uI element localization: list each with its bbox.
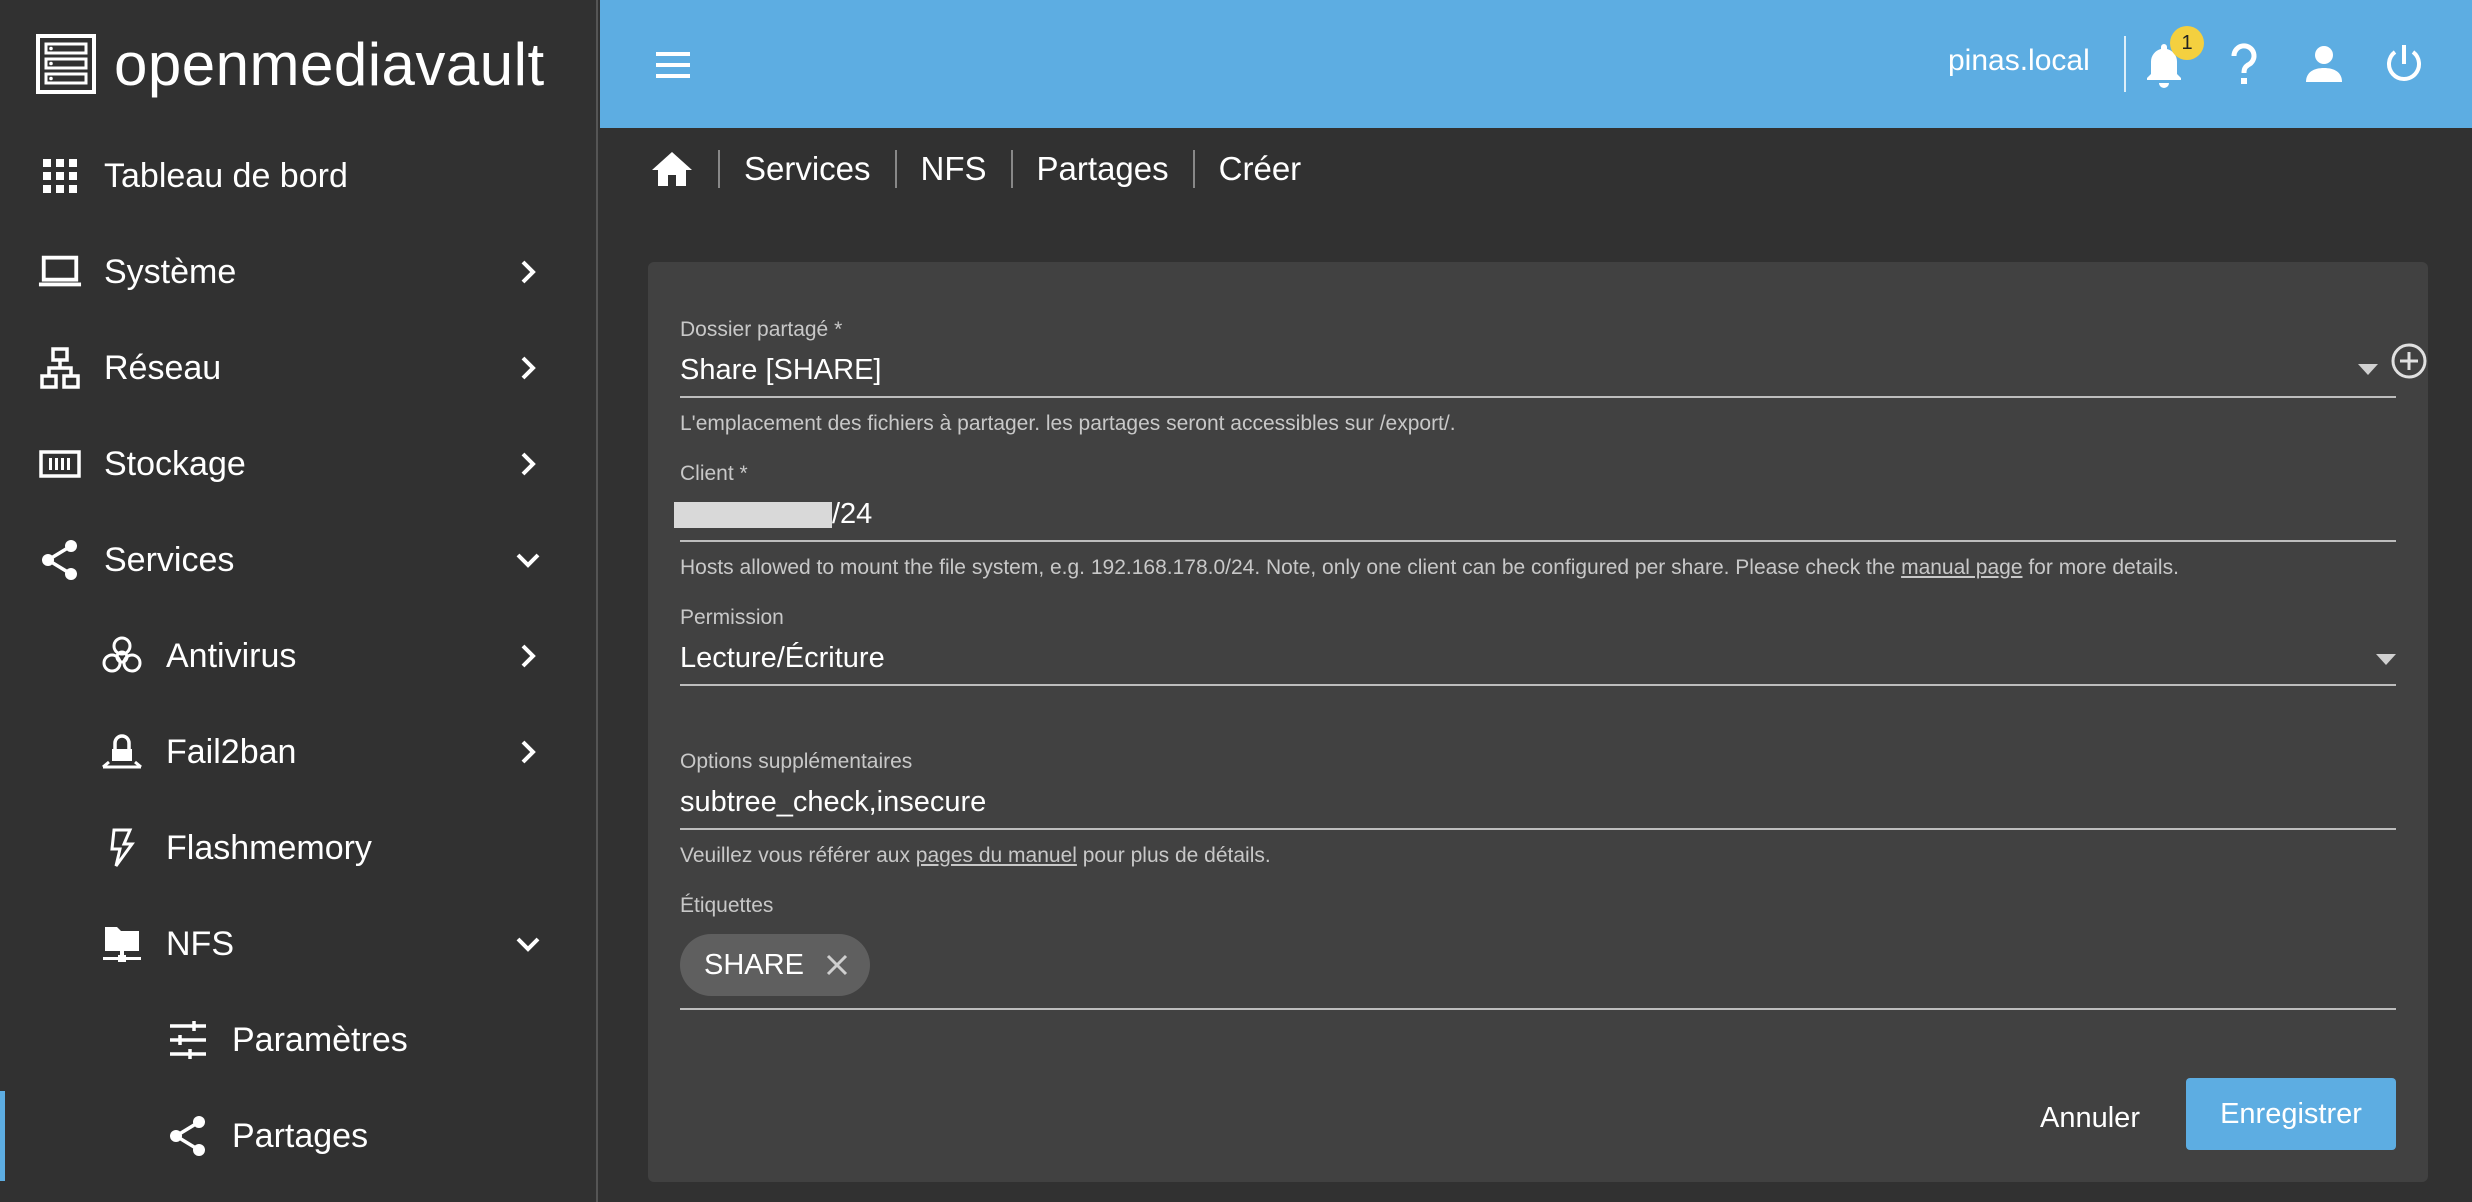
sidebar-item-label: Flashmemory (166, 828, 372, 867)
client-value: /24 (832, 498, 873, 530)
lock-icon (100, 730, 144, 774)
dropdown-arrow-icon[interactable] (2376, 654, 2396, 666)
dashboard-grid-icon (38, 154, 82, 198)
laptop-icon (38, 250, 82, 294)
sidebar-item-label: Fail2ban (166, 732, 297, 771)
permission-label: Permission (680, 606, 784, 629)
remove-tag-icon[interactable] (822, 950, 852, 980)
extra-options-hint: Veuillez vous référer aux pages du manue… (680, 844, 1271, 867)
add-circle-icon[interactable] (2390, 342, 2428, 380)
share-icon (166, 1114, 210, 1158)
chevron-right-icon (521, 356, 536, 380)
sidebar-item-label: Tableau de bord (104, 156, 348, 195)
network-icon (38, 346, 82, 390)
sidebar-item-fail2ban[interactable]: Fail2ban (0, 707, 596, 797)
share-form-card: Dossier partagé * Share [SHARE] L'emplac… (648, 262, 2428, 1182)
shared-folder-hint: L'emplacement des fichiers à partager. l… (680, 412, 1456, 435)
sidebar-item-label: Services (104, 540, 235, 579)
home-icon[interactable] (650, 149, 694, 189)
chevron-down-icon (516, 553, 540, 568)
redacted-ip-block (674, 502, 832, 528)
sidebar-item-label: NFS (166, 924, 234, 963)
cancel-button[interactable]: Annuler (2028, 1082, 2152, 1154)
tags-label: Étiquettes (680, 894, 774, 917)
tag-chip[interactable]: SHARE (680, 934, 870, 996)
permission-select[interactable]: Permission Lecture/Écriture (680, 606, 2396, 696)
hamburger-menu-icon[interactable] (650, 42, 696, 88)
sidebar-item-network[interactable]: Réseau (0, 323, 596, 413)
shared-folder-value: Share [SHARE] (680, 354, 882, 386)
chevron-right-icon (521, 260, 536, 284)
sidebar: openmediavault Tableau de bord Système R… (0, 0, 598, 1202)
field-underline (680, 1008, 2396, 1010)
breadcrumb-separator (718, 150, 720, 188)
sidebar-item-nfs-settings[interactable]: Paramètres (0, 995, 596, 1085)
user-icon[interactable] (2300, 40, 2348, 88)
biohazard-icon (100, 634, 144, 678)
folder-network-icon (100, 922, 144, 966)
manual-pages-link[interactable]: pages du manuel (916, 844, 1077, 867)
client-input[interactable]: Client * /24 (674, 462, 2396, 552)
client-hint: Hosts allowed to mount the file system, … (680, 556, 2179, 579)
shared-folder-select[interactable]: Dossier partagé * Share [SHARE] (680, 318, 2427, 408)
flash-icon (100, 826, 144, 870)
permission-value: Lecture/Écriture (680, 642, 885, 674)
save-button[interactable]: Enregistrer (2186, 1078, 2396, 1150)
sidebar-item-label: Système (104, 252, 237, 291)
sidebar-item-services[interactable]: Services (0, 515, 596, 605)
field-underline (680, 684, 2396, 686)
tune-icon (166, 1018, 210, 1062)
breadcrumb: Services NFS Partages Créer (650, 144, 1301, 194)
sidebar-item-label: Paramètres (232, 1020, 408, 1059)
sidebar-item-nfs[interactable]: NFS (0, 899, 596, 989)
storage-icon (38, 442, 82, 486)
notification-badge: 1 (2170, 26, 2204, 60)
sidebar-item-label: Partages (232, 1116, 369, 1155)
breadcrumb-create: Créer (1218, 150, 1302, 187)
sidebar-item-label: Antivirus (166, 636, 297, 675)
client-label: Client * (680, 462, 748, 485)
sidebar-item-storage[interactable]: Stockage (0, 419, 596, 509)
sidebar-item-nfs-shares[interactable]: Partages (0, 1091, 601, 1181)
app-logo[interactable]: openmediavault (36, 28, 545, 100)
chevron-right-icon (521, 740, 536, 764)
chevron-right-icon (521, 644, 536, 668)
share-icon (38, 538, 82, 582)
manual-page-link[interactable]: manual page (1901, 556, 2022, 579)
extra-options-label: Options supplémentaires (680, 750, 913, 773)
breadcrumb-services[interactable]: Services (744, 150, 871, 188)
sidebar-item-label: Réseau (104, 348, 222, 387)
app-name: openmediavault (114, 30, 545, 98)
field-underline (680, 396, 2396, 398)
breadcrumb-separator (1010, 150, 1013, 188)
shared-folder-label: Dossier partagé * (680, 318, 843, 341)
tag-chip-label: SHARE (704, 948, 804, 981)
sidebar-item-system[interactable]: Système (0, 227, 596, 317)
power-icon[interactable] (2380, 40, 2428, 88)
sidebar-item-antivirus[interactable]: Antivirus (0, 611, 596, 701)
dropdown-arrow-icon[interactable] (2358, 364, 2378, 376)
chevron-right-icon (521, 452, 536, 476)
breadcrumb-nfs[interactable]: NFS (921, 150, 987, 188)
extra-options-input[interactable]: Options supplémentaires subtree_check,in… (680, 750, 2396, 840)
help-icon[interactable] (2220, 40, 2268, 88)
chevron-down-icon (516, 937, 540, 952)
sidebar-item-flashmemory[interactable]: Flashmemory (0, 803, 596, 893)
top-toolbar: pinas.local 1 (600, 0, 2472, 128)
logo-icon (36, 34, 96, 94)
breadcrumb-separator (894, 150, 897, 188)
tags-input[interactable]: Étiquettes (680, 894, 2396, 1014)
breadcrumb-separator (1192, 150, 1195, 188)
hostname-label: pinas.local (1948, 44, 2090, 77)
breadcrumb-shares[interactable]: Partages (1037, 150, 1169, 188)
sidebar-item-label: Stockage (104, 444, 246, 483)
toolbar-divider (2124, 36, 2126, 92)
field-underline (680, 828, 2396, 830)
sidebar-item-dashboard[interactable]: Tableau de bord (0, 131, 596, 221)
extra-options-value: subtree_check,insecure (680, 786, 987, 818)
field-underline (680, 540, 2396, 542)
